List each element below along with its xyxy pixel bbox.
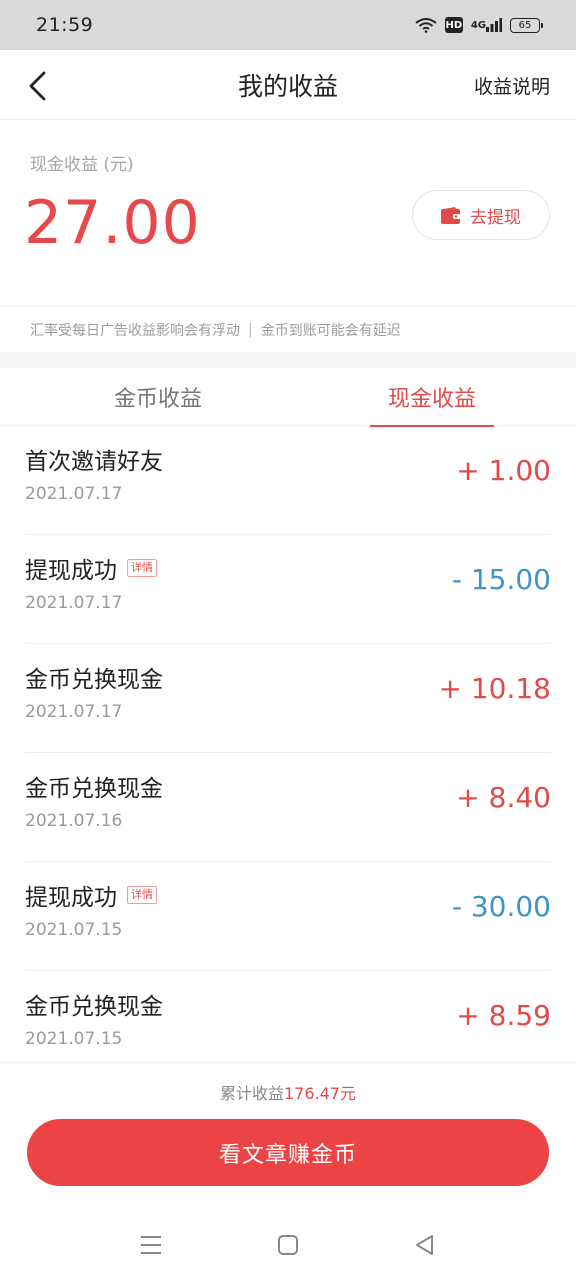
- notice-left: 汇率受每日广告收益影响会有浮动: [30, 322, 240, 339]
- record-amount: - 15.00: [451, 563, 551, 596]
- details-tag[interactable]: 详情: [127, 559, 157, 577]
- notice-right: 金币到账可能会有延迟: [260, 322, 401, 339]
- record-title-text: 提现成功: [25, 558, 117, 584]
- record-date: 2021.07.17: [25, 484, 123, 504]
- chevron-left-icon[interactable]: [24, 70, 54, 102]
- record-date: 2021.07.16: [25, 811, 123, 831]
- network-type-label: 4G: [470, 19, 486, 31]
- earnings-explanation-link[interactable]: 收益说明: [474, 72, 550, 99]
- status-bar: 21:59 HD 4G 65: [0, 0, 576, 50]
- total-earnings: 累计收益176.47元: [0, 1080, 576, 1104]
- record-title: 金币兑换现金: [25, 660, 163, 694]
- system-nav-bar: [0, 1210, 576, 1280]
- record-title-text: 金币兑换现金: [25, 667, 163, 693]
- menu-icon[interactable]: [136, 1230, 166, 1260]
- list-item[interactable]: 金币兑换现金 2021.07.16 + 8.40: [25, 753, 551, 862]
- hd-icon: HD: [444, 17, 463, 33]
- status-time: 21:59: [36, 14, 94, 36]
- withdraw-button[interactable]: 去提现: [412, 190, 550, 240]
- record-amount: + 10.18: [438, 672, 551, 705]
- record-title-text: 首次邀请好友: [25, 449, 163, 475]
- record-amount: + 8.59: [456, 999, 551, 1032]
- record-title: 提现成功 详情: [25, 551, 157, 585]
- earnings-list: 首次邀请好友 2021.07.17 + 1.00 提现成功 详情 2021.07.…: [0, 426, 576, 1080]
- signal-icon: 4G: [471, 18, 502, 32]
- status-icons: HD 4G 65: [415, 17, 543, 33]
- signal-bars-icon: [486, 18, 502, 32]
- record-title: 金币兑换现金: [25, 987, 163, 1021]
- record-amount: + 8.40: [456, 781, 551, 814]
- home-icon[interactable]: [273, 1230, 303, 1260]
- record-amount: - 30.00: [451, 890, 551, 923]
- list-item[interactable]: 金币兑换现金 2021.07.15 + 8.59: [25, 971, 551, 1080]
- total-value: 176.47元: [284, 1084, 356, 1103]
- record-title: 金币兑换现金: [25, 769, 163, 803]
- exchange-notice: 汇率受每日广告收益影响会有浮动 | 金币到账可能会有延迟: [0, 306, 576, 352]
- page-title: 我的收益: [237, 71, 338, 101]
- section-divider: [0, 352, 576, 368]
- wifi-icon: [415, 18, 437, 33]
- list-item[interactable]: 提现成功 详情 2021.07.17 - 15.00: [25, 535, 551, 644]
- tab-cash-earnings[interactable]: 现金收益: [370, 368, 494, 427]
- list-item[interactable]: 首次邀请好友 2021.07.17 + 1.00: [25, 426, 551, 535]
- record-date: 2021.07.17: [25, 702, 123, 722]
- tab-coin-earnings[interactable]: 金币收益: [72, 368, 244, 426]
- withdraw-label: 去提现: [470, 207, 521, 228]
- balance-card: 现金收益 (元) 27.00 去提现: [0, 120, 576, 306]
- battery-icon: 65: [510, 17, 543, 33]
- balance-value: 27.00: [24, 188, 201, 258]
- record-date: 2021.07.15: [25, 920, 123, 940]
- record-date: 2021.07.17: [25, 593, 123, 613]
- earnings-tabs: 金币收益 现金收益: [0, 368, 576, 427]
- record-title-text: 提现成功: [25, 885, 117, 911]
- details-tag[interactable]: 详情: [127, 886, 157, 904]
- list-item[interactable]: 金币兑换现金 2021.07.17 + 10.18: [25, 644, 551, 753]
- record-title: 提现成功 详情: [25, 878, 157, 912]
- record-title-text: 金币兑换现金: [25, 776, 163, 802]
- record-title: 首次邀请好友: [25, 442, 163, 476]
- footer-divider: [0, 1062, 576, 1063]
- record-title-text: 金币兑换现金: [25, 994, 163, 1020]
- list-item[interactable]: 提现成功 详情 2021.07.15 - 30.00: [25, 862, 551, 971]
- balance-label: 现金收益 (元): [30, 155, 134, 175]
- notice-separator: |: [248, 321, 253, 338]
- total-prefix: 累计收益: [219, 1084, 284, 1103]
- wallet-icon: [441, 206, 461, 224]
- back-triangle-icon[interactable]: [410, 1230, 440, 1260]
- record-amount: + 1.00: [456, 454, 551, 487]
- nav-bar: 我的收益 收益说明: [0, 50, 576, 120]
- read-articles-earn-coins-button[interactable]: 看文章赚金币: [27, 1119, 549, 1186]
- record-date: 2021.07.15: [25, 1029, 123, 1049]
